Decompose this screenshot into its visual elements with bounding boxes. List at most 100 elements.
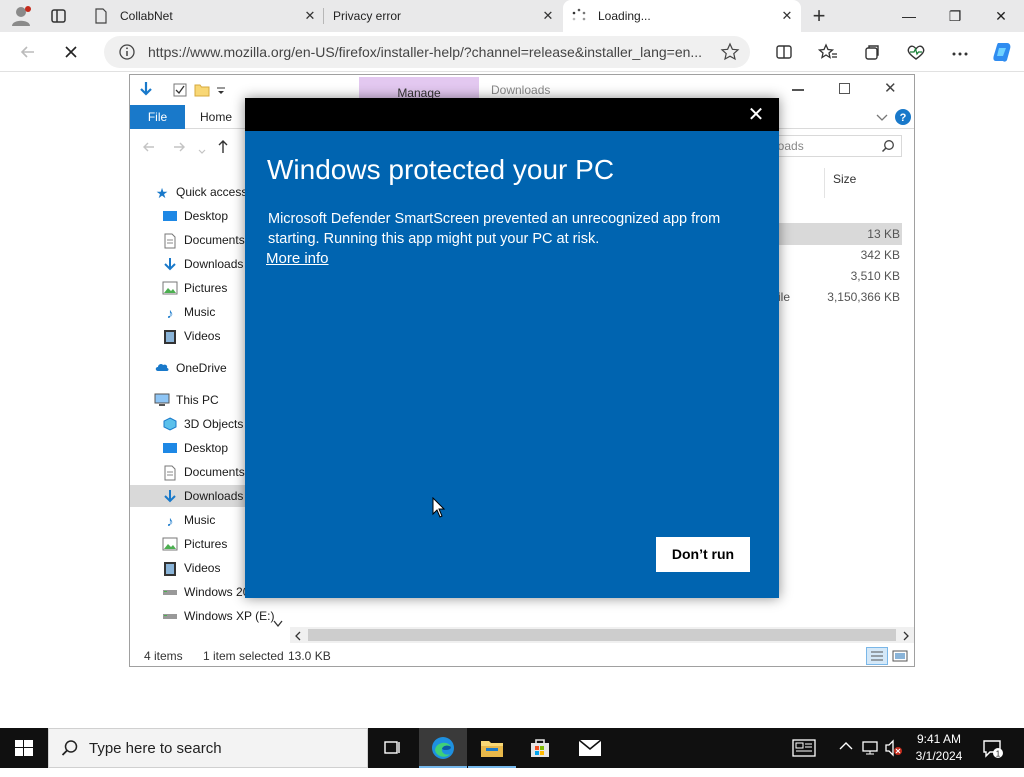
dialog-close-button[interactable]: ✕ <box>739 100 773 130</box>
forward-arrow-icon[interactable] <box>172 140 186 154</box>
task-view-button[interactable] <box>368 728 416 768</box>
horizontal-scrollbar[interactable] <box>290 627 914 643</box>
recent-dropdown-icon[interactable] <box>198 144 206 154</box>
computer-icon <box>154 393 170 409</box>
nav-label: Downloads <box>184 257 244 271</box>
nav-quick-access[interactable]: ★ Quick access <box>154 181 248 203</box>
taskbar-search[interactable]: Type here to search <box>48 728 368 768</box>
nav-videos-pc[interactable]: Videos <box>162 557 220 579</box>
large-icons-view-icon[interactable] <box>892 648 908 664</box>
quick-access-dropdown-icon[interactable] <box>216 85 226 95</box>
nav-label: Videos <box>184 329 221 343</box>
explorer-maximize-icon[interactable] <box>839 83 850 94</box>
news-widget-icon[interactable] <box>780 728 828 768</box>
nav-label: Desktop <box>184 441 229 455</box>
store-app-button[interactable] <box>516 728 564 768</box>
site-info-icon[interactable] <box>118 43 136 61</box>
nav-downloads[interactable]: Downloads <box>162 253 243 275</box>
videos-icon <box>162 561 178 577</box>
details-view-icon[interactable] <box>866 647 888 665</box>
size-column-header[interactable]: Size <box>824 168 908 198</box>
nav-desktop-pc[interactable]: Desktop <box>162 437 228 459</box>
nav-this-pc[interactable]: This PC <box>154 389 219 411</box>
address-bar[interactable]: https://www.mozilla.org/en-US/firefox/in… <box>104 36 750 68</box>
nav-music-pc[interactable]: ♪ Music <box>162 509 216 531</box>
network-icon[interactable] <box>862 740 880 756</box>
search-placeholder: loads <box>775 139 804 153</box>
tab-actions-icon[interactable] <box>50 8 68 24</box>
copilot-icon[interactable] <box>986 36 1018 68</box>
more-options-icon[interactable] <box>944 36 976 68</box>
nav-scroll-down-icon[interactable] <box>273 617 283 628</box>
new-tab-button[interactable]: + <box>808 2 830 30</box>
nav-drive-windows-xp[interactable]: Windows XP (E:) <box>162 605 274 627</box>
scrollbar-thumb[interactable] <box>308 629 896 641</box>
dialog-titlebar: ✕ <box>245 98 779 131</box>
profile-avatar[interactable] <box>8 4 34 28</box>
tab-title: Privacy error <box>333 9 402 23</box>
explorer-close-icon[interactable]: ✕ <box>884 79 898 99</box>
search-icon[interactable] <box>881 139 895 153</box>
svg-text:1: 1 <box>996 750 1001 759</box>
nav-drive-windows-20[interactable]: Windows 20 <box>162 581 249 603</box>
show-hidden-icons-icon[interactable] <box>838 740 854 756</box>
smartscreen-dialog: ✕ Windows protected your PC Microsoft De… <box>245 98 779 598</box>
dont-run-button[interactable]: Don’t run <box>656 537 750 572</box>
nav-desktop[interactable]: Desktop <box>162 205 228 227</box>
properties-icon[interactable] <box>173 83 187 97</box>
tab-collabnet[interactable]: CollabNet ✕ <box>84 0 324 32</box>
minimize-button[interactable]: — <box>886 0 932 32</box>
tab-close-icon[interactable]: ✕ <box>540 8 556 24</box>
url-text[interactable]: https://www.mozilla.org/en-US/firefox/in… <box>148 44 702 60</box>
music-icon: ♪ <box>166 512 174 529</box>
favorites-icon[interactable] <box>812 36 844 68</box>
taskbar: Type here to search 9:41 AM 3/1/2024 1 <box>0 728 1024 768</box>
split-screen-icon[interactable] <box>768 36 800 68</box>
nav-onedrive[interactable]: OneDrive <box>154 357 227 379</box>
tab-loading[interactable]: Loading... ✕ <box>563 0 801 32</box>
browser-essentials-icon[interactable] <box>900 36 932 68</box>
explorer-minimize-icon[interactable] <box>792 89 804 91</box>
new-folder-icon[interactable] <box>194 82 210 97</box>
nav-music[interactable]: ♪ Music <box>162 301 216 323</box>
tab-title: Loading... <box>598 9 651 23</box>
notifications-icon[interactable]: 1 <box>982 738 1004 760</box>
nav-pictures[interactable]: Pictures <box>162 277 227 299</box>
file-size: 3,510 KB <box>850 269 900 283</box>
favorite-star-icon[interactable] <box>720 42 740 62</box>
back-icon[interactable] <box>12 36 44 68</box>
file-explorer-app-button[interactable] <box>468 728 516 768</box>
collections-icon[interactable] <box>856 36 888 68</box>
tab-close-icon[interactable]: ✕ <box>302 8 318 24</box>
file-tab[interactable]: File <box>130 105 185 129</box>
download-arrow-icon <box>138 81 154 99</box>
back-arrow-icon[interactable] <box>142 140 156 154</box>
mail-app-button[interactable] <box>566 728 614 768</box>
tab-privacy-error[interactable]: Privacy error ✕ <box>324 0 562 32</box>
restore-button[interactable]: ❐ <box>932 0 978 32</box>
help-icon[interactable]: ? <box>894 108 912 126</box>
volume-muted-icon[interactable] <box>884 739 904 757</box>
nav-documents-pc[interactable]: Documents <box>162 461 245 483</box>
start-button[interactable] <box>0 728 48 768</box>
edge-app-button[interactable] <box>419 728 467 768</box>
taskbar-clock[interactable]: 9:41 AM 3/1/2024 <box>908 731 970 765</box>
nav-documents[interactable]: Documents <box>162 229 245 251</box>
tab-close-icon[interactable]: ✕ <box>779 8 795 24</box>
stop-loading-icon[interactable] <box>55 36 87 68</box>
search-placeholder: Type here to search <box>89 740 222 757</box>
scroll-left-icon[interactable] <box>294 630 302 641</box>
ribbon-expand-icon[interactable] <box>876 111 888 121</box>
nav-pictures-pc[interactable]: Pictures <box>162 533 227 555</box>
svg-text:?: ? <box>900 112 907 124</box>
nav-3d-objects[interactable]: 3D Objects <box>162 413 243 435</box>
close-window-button[interactable]: ✕ <box>978 0 1024 32</box>
home-tab[interactable]: Home <box>200 105 232 129</box>
nav-videos[interactable]: Videos <box>162 325 220 347</box>
up-arrow-icon[interactable] <box>216 139 230 155</box>
search-field[interactable]: loads <box>770 135 902 157</box>
scroll-right-icon[interactable] <box>902 630 910 641</box>
status-selection: 1 item selected <box>203 649 284 663</box>
more-info-link[interactable]: More info <box>266 250 329 267</box>
file-size: 342 KB <box>860 248 900 262</box>
